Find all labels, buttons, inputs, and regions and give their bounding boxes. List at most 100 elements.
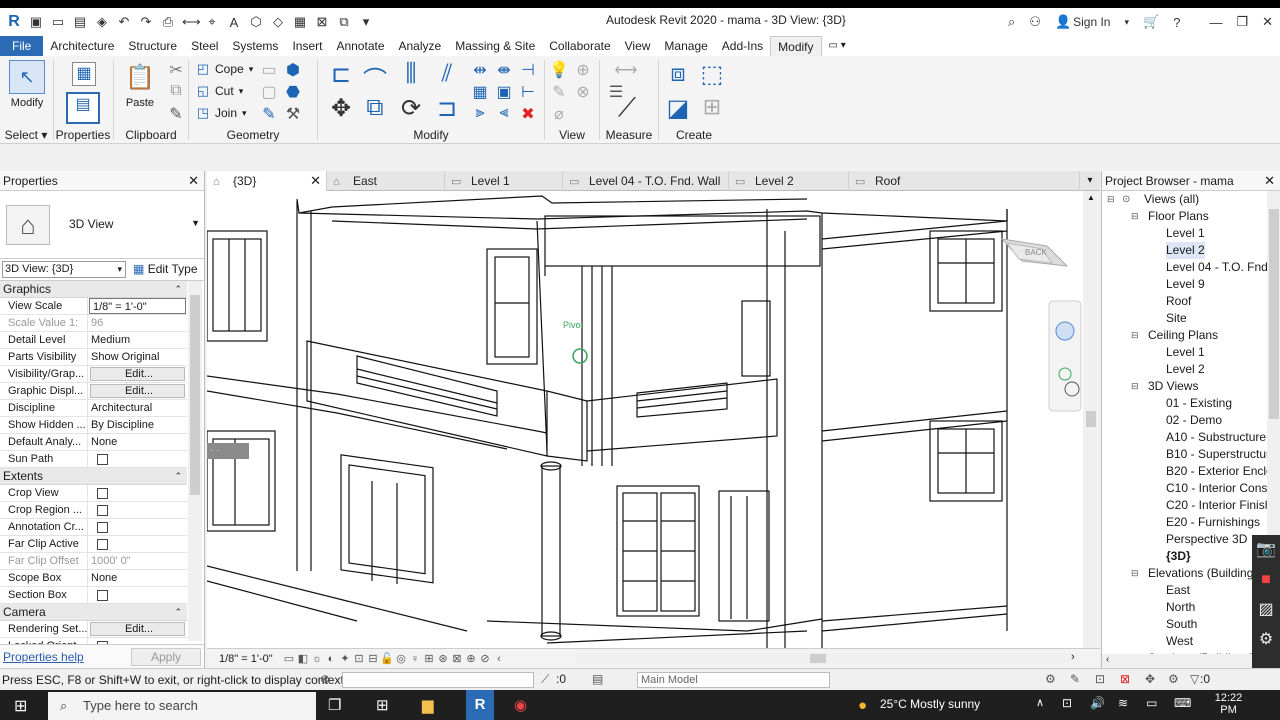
browser-horizontal-scrollbar[interactable]: ‹ (1102, 654, 1267, 668)
pin-icon[interactable]: ⊣ (518, 60, 538, 80)
camera-icon[interactable]: 📷 (1252, 535, 1280, 565)
background-process-icon[interactable]: ⚙ (1168, 672, 1179, 686)
highlight-icon[interactable]: ⊕ (464, 652, 478, 665)
type-properties-icon[interactable]: ▦ (72, 62, 96, 86)
view-tab-level-1[interactable]: ▭ Level 1 (445, 171, 563, 191)
taskbar-search[interactable]: ⌕ Type here to search (48, 692, 316, 720)
windows-store-icon[interactable]: ⊞ (376, 696, 389, 714)
section-icon[interactable]: ◇ (270, 14, 286, 30)
section-camera[interactable]: Camera ⌃ (0, 604, 187, 621)
tree-node[interactable]: Site (1102, 310, 1267, 327)
offset-icon[interactable]: ⌒ (360, 60, 390, 94)
trim-multiple-icon[interactable]: ⫸ (470, 104, 490, 124)
visual-style-icon[interactable]: ◧ (296, 652, 310, 665)
trim-single-icon[interactable]: ⫷ (494, 104, 514, 124)
video-icon[interactable]: ■ (1252, 565, 1280, 595)
edit-button[interactable]: Edit... (90, 384, 185, 398)
print-icon[interactable]: ⎙ (160, 14, 176, 30)
rotate-icon[interactable]: ⟳ (396, 94, 426, 124)
select-pinned-icon[interactable]: ⊡ (1095, 672, 1105, 686)
property-value[interactable]: Medium (88, 332, 187, 348)
tag-icon[interactable]: ⌖ (204, 14, 220, 30)
cope-button[interactable]: ◰ Cope ▾ (195, 60, 253, 78)
drag-elements-icon[interactable]: ✥ (1145, 672, 1155, 686)
section-extents[interactable]: Extents ⌃ (0, 468, 187, 485)
checkbox[interactable] (97, 539, 108, 550)
sun-path-icon[interactable]: ☼ (310, 653, 324, 665)
tab-modify[interactable]: Modify (770, 36, 822, 56)
tree-node[interactable]: Perspective 3D (1102, 531, 1267, 548)
match-type-icon[interactable]: ✎ (166, 104, 186, 124)
copy-icon[interactable]: ⧉ (166, 82, 186, 102)
view-tab-roof[interactable]: ▭ Roof (849, 171, 1080, 191)
tab-structure[interactable]: Structure (121, 36, 184, 56)
ribbon-minimize-icon[interactable]: ▭ ▾ (822, 36, 853, 56)
create-similar-icon[interactable]: ⊞ (697, 94, 727, 124)
revit-taskbar-icon[interactable]: R (466, 690, 494, 720)
collapse-icon[interactable]: ⌃ (174, 281, 182, 297)
sign-in-link[interactable]: Sign In (1073, 15, 1110, 29)
join-roof-icon[interactable]: ✎ (259, 104, 279, 124)
tree-node[interactable]: A10 - Substructure (1102, 429, 1267, 446)
demolish-icon[interactable]: ▢ (259, 82, 279, 102)
checkbox[interactable] (97, 488, 108, 499)
drawing-area[interactable]: Pivot BACK · · (207, 191, 1100, 648)
scroll-right-icon[interactable]: › (1071, 651, 1075, 663)
close-icon[interactable]: ✕ (1264, 171, 1275, 191)
tree-node[interactable]: Level 9 (1102, 276, 1267, 293)
tree-node[interactable]: West (1102, 633, 1267, 650)
collapse-icon[interactable]: ⊟ (1131, 208, 1139, 225)
tree-node[interactable]: ⊟ Floor Plans (1102, 208, 1267, 225)
section-graphics[interactable]: Graphics ⌃ (0, 281, 187, 298)
edit-type-button[interactable]: ▦ Edit Type (133, 262, 198, 276)
show-crop-icon[interactable]: ⊟ (366, 652, 380, 665)
tree-node[interactable]: South (1102, 616, 1267, 633)
scroll-thumb[interactable] (190, 295, 200, 495)
tab-analyze[interactable]: Analyze (392, 36, 449, 56)
rendering-icon[interactable]: ✦ (338, 652, 352, 665)
property-checkbox-cell[interactable] (88, 451, 187, 467)
file-explorer-icon[interactable]: ▆ (422, 696, 434, 714)
restore-icon[interactable]: ❐ (1236, 14, 1248, 30)
paint-icon[interactable]: ⬣ (283, 82, 303, 102)
steering-wheel-icon[interactable] (1055, 321, 1075, 341)
apply-button[interactable]: Apply (131, 648, 201, 666)
collapse-icon[interactable]: ⊟ (1107, 191, 1115, 208)
mirror-draw-icon[interactable]: ⫽ (432, 60, 462, 90)
properties-help-link[interactable]: Properties help (3, 650, 84, 664)
property-value[interactable]: Show Original (88, 349, 187, 365)
volume-icon[interactable]: 🔊 (1090, 696, 1105, 710)
align-icon[interactable]: ⊏ (326, 60, 356, 90)
select-by-face-icon[interactable]: ⊠ (1120, 672, 1130, 686)
tree-node[interactable]: {3D} (1102, 548, 1267, 565)
undo-icon[interactable]: ↶ (116, 14, 132, 30)
main-model-dropdown[interactable]: Main Model (637, 672, 830, 688)
battery-icon[interactable]: ▭ (1146, 696, 1157, 710)
analytical-model-icon[interactable]: ⊠ (450, 652, 464, 665)
tab-collaborate[interactable]: Collaborate (542, 36, 617, 56)
paste-button[interactable]: 📋 Paste (120, 60, 160, 110)
taskbar-clock[interactable]: 12:22 PM (1206, 692, 1251, 716)
edit-button[interactable]: Edit... (90, 367, 185, 381)
instance-dropdown[interactable]: 3D View: {3D} ▾ (2, 261, 126, 278)
search-icon[interactable]: ⌕ (1008, 14, 1015, 30)
scroll-thumb[interactable] (810, 654, 826, 663)
property-value[interactable]: Architectural (88, 400, 187, 416)
view-tab-level-2[interactable]: ▭ Level 2 (729, 171, 849, 191)
demolish-hammer-icon[interactable]: ⚒ (283, 104, 303, 124)
cart-icon[interactable]: 🛒 (1143, 14, 1159, 30)
property-value[interactable]: None (88, 570, 187, 586)
checkbox[interactable] (97, 454, 108, 465)
split-face-icon[interactable]: ⬢ (283, 60, 303, 80)
tab-systems[interactable]: Systems (225, 36, 285, 56)
scroll-thumb[interactable] (1086, 411, 1096, 427)
keyboard-icon[interactable]: ⌨ (1174, 696, 1191, 710)
property-checkbox-cell[interactable] (88, 587, 187, 603)
graphics-icon[interactable]: ⊗ (573, 82, 593, 102)
canvas-horizontal-scrollbar[interactable] (575, 653, 1080, 664)
tree-node[interactable]: 02 - Demo (1102, 412, 1267, 429)
tree-node[interactable]: 01 - Existing (1102, 395, 1267, 412)
tab-add-ins[interactable]: Add-Ins (715, 36, 770, 56)
tree-node[interactable]: B20 - Exterior Enclosure (1102, 463, 1280, 480)
reveal-hidden-icon[interactable]: ♀ (408, 653, 422, 665)
